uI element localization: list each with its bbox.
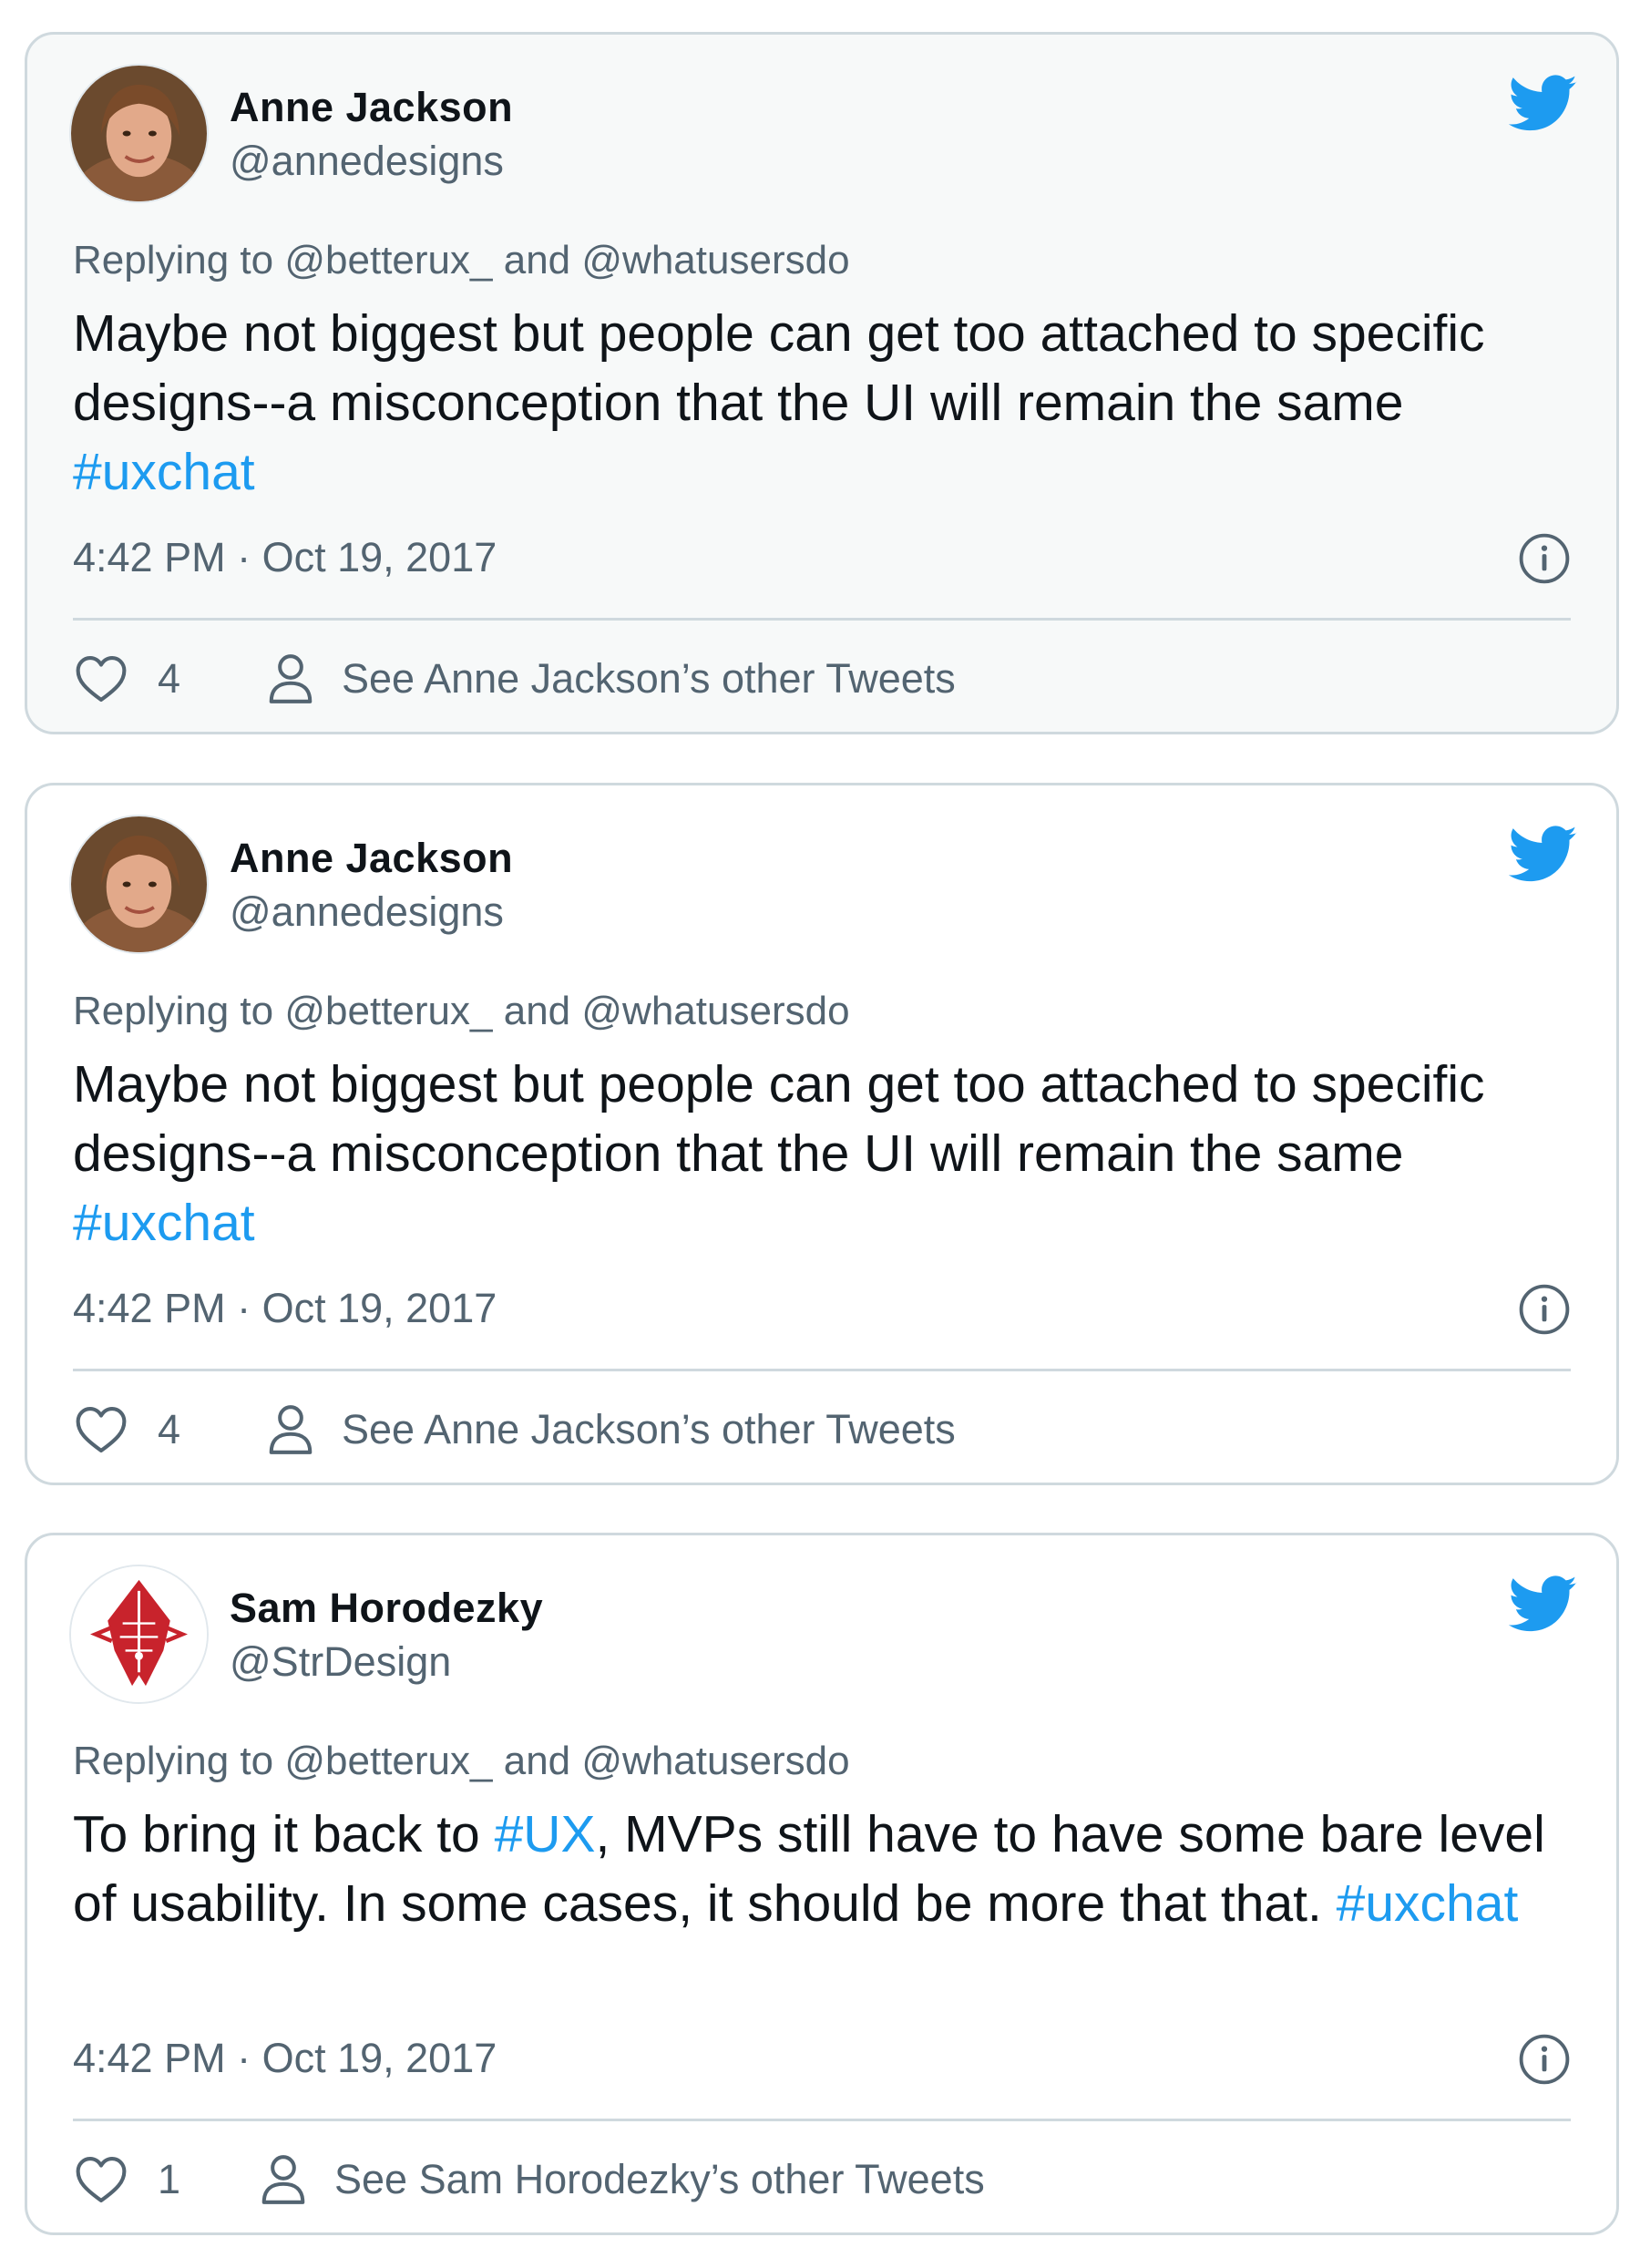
mention-link[interactable]: @betterux_: [284, 238, 492, 282]
see-other-tweets-link[interactable]: See Anne Jackson’s other Tweets: [342, 655, 956, 703]
tweet-text-content: Maybe not biggest but people can get too…: [73, 1055, 1485, 1183]
mention-link[interactable]: @whatusersdo: [581, 989, 849, 1033]
hashtag-link[interactable]: #uxchat: [1337, 1874, 1519, 1933]
info-icon[interactable]: [1518, 1283, 1571, 1336]
reply-prefix: Replying to: [73, 238, 274, 282]
hashtag-link[interactable]: #UX: [495, 1805, 596, 1863]
reply-and: and: [503, 1739, 571, 1783]
profile-photo-icon: [71, 66, 207, 201]
twitter-bird-icon[interactable]: [1509, 826, 1578, 884]
heart-icon[interactable]: [75, 654, 128, 703]
reply-and: and: [503, 238, 571, 282]
divider: [73, 618, 1571, 621]
heart-icon[interactable]: [75, 2155, 128, 2204]
person-icon[interactable]: [260, 2153, 307, 2206]
timestamp[interactable]: 4:42 PM · Oct 19, 2017: [73, 1285, 497, 1332]
tweet-card[interactable]: Anne Jackson @annedesigns Replying to @b…: [25, 783, 1619, 1485]
person-icon[interactable]: [267, 1403, 314, 1456]
avatar[interactable]: [69, 64, 209, 203]
tweet-text: To bring it back to #UX, MVPs still have…: [73, 1800, 1585, 1938]
divider: [73, 2119, 1571, 2121]
mention-link[interactable]: @whatusersdo: [581, 1739, 849, 1783]
replying-to: Replying to @betterux_ and @whatusersdo: [73, 989, 850, 1034]
timestamp[interactable]: 4:42 PM · Oct 19, 2017: [73, 534, 497, 581]
tweet-text: Maybe not biggest but people can get too…: [73, 299, 1585, 507]
author-handle[interactable]: @annedesigns: [230, 138, 504, 185]
divider: [73, 1369, 1571, 1371]
mention-link[interactable]: @betterux_: [284, 1739, 492, 1783]
avatar[interactable]: [69, 815, 209, 954]
avatar[interactable]: [69, 1565, 209, 1704]
mention-link[interactable]: @betterux_: [284, 989, 492, 1033]
replying-to: Replying to @betterux_ and @whatusersdo: [73, 1739, 850, 1784]
tweet-card[interactable]: Anne Jackson @annedesigns Replying to @b…: [25, 32, 1619, 734]
info-icon[interactable]: [1518, 2033, 1571, 2086]
author-name[interactable]: Sam Horodezky: [230, 1585, 543, 1632]
like-count[interactable]: 1: [158, 2156, 180, 2203]
hashtag-link[interactable]: #uxchat: [73, 1194, 255, 1252]
tweet-card[interactable]: Sam Horodezky @StrDesign Replying to @be…: [25, 1533, 1619, 2235]
info-icon[interactable]: [1518, 532, 1571, 585]
mention-link[interactable]: @whatusersdo: [581, 238, 849, 282]
like-count[interactable]: 4: [158, 1406, 180, 1453]
timestamp[interactable]: 4:42 PM · Oct 19, 2017: [73, 2035, 497, 2082]
heart-icon[interactable]: [75, 1405, 128, 1454]
red-pen-nib-logo-icon: [71, 1566, 207, 1702]
tweet-text-content: Maybe not biggest but people can get too…: [73, 304, 1485, 432]
see-other-tweets-link[interactable]: See Anne Jackson’s other Tweets: [342, 1406, 956, 1453]
hashtag-link[interactable]: #uxchat: [73, 443, 255, 501]
reply-and: and: [503, 989, 571, 1033]
twitter-bird-icon[interactable]: [1509, 75, 1578, 133]
author-handle[interactable]: @annedesigns: [230, 888, 504, 936]
author-name[interactable]: Anne Jackson: [230, 835, 513, 882]
tweet-text-content: To bring it back to: [73, 1805, 480, 1863]
reply-prefix: Replying to: [73, 1739, 274, 1783]
author-name[interactable]: Anne Jackson: [230, 84, 513, 131]
replying-to: Replying to @betterux_ and @whatusersdo: [73, 238, 850, 283]
like-count[interactable]: 4: [158, 655, 180, 703]
reply-prefix: Replying to: [73, 989, 274, 1033]
tweet-text: Maybe not biggest but people can get too…: [73, 1050, 1585, 1257]
person-icon[interactable]: [267, 652, 314, 705]
profile-photo-icon: [71, 816, 207, 952]
twitter-bird-icon[interactable]: [1509, 1575, 1578, 1634]
author-handle[interactable]: @StrDesign: [230, 1638, 451, 1686]
see-other-tweets-link[interactable]: See Sam Horodezky’s other Tweets: [334, 2156, 985, 2203]
